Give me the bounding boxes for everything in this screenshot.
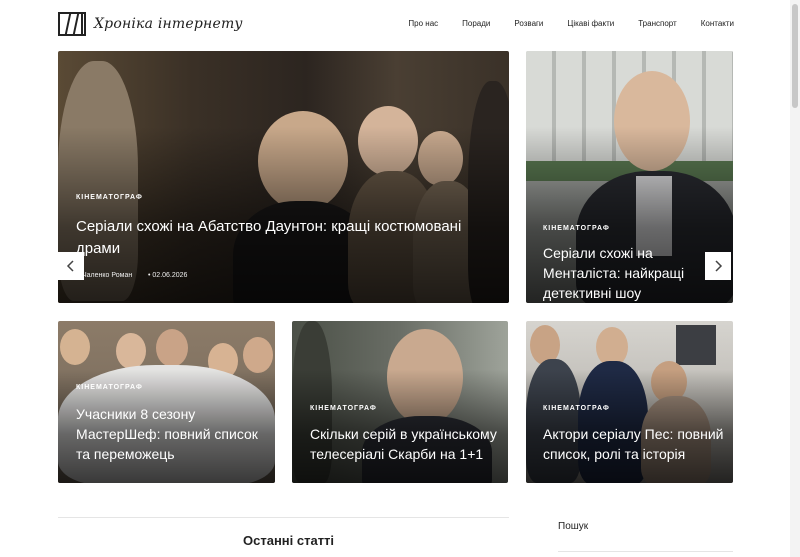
logo-text: Хроніка інтернету xyxy=(94,16,243,32)
side-slide[interactable]: КІНЕМАТОГРАФ Серіали схожі на Менталіста… xyxy=(526,51,733,303)
logo-mark-icon xyxy=(58,12,86,36)
category-label[interactable]: КІНЕМАТОГРАФ xyxy=(76,384,143,391)
page-scrollbar[interactable] xyxy=(790,0,800,557)
site-logo[interactable]: Хроніка інтернету xyxy=(58,12,243,36)
nav-item-tips[interactable]: Поради xyxy=(462,19,490,28)
nav-item-entertainment[interactable]: Розваги xyxy=(514,19,543,28)
nav-item-facts[interactable]: Цікаві факти xyxy=(567,19,614,28)
nav-item-about[interactable]: Про нас xyxy=(408,19,438,28)
article-title[interactable]: Актори серіалу Пес: повний список, ролі … xyxy=(543,424,728,464)
article-card[interactable]: КІНЕМАТОГРАФ Актори серіалу Пес: повний … xyxy=(526,321,733,483)
main-nav: Про нас Поради Розваги Цікаві факти Тран… xyxy=(408,19,734,28)
latest-articles-heading: Останні статті xyxy=(243,533,335,548)
section-divider xyxy=(58,517,509,518)
article-title[interactable]: Учасники 8 сезону МастерШеф: повний спис… xyxy=(76,404,266,464)
slider-next-button[interactable] xyxy=(705,252,731,280)
author-name[interactable]: Чаленко Роман xyxy=(82,272,132,279)
category-label[interactable]: КІНЕМАТОГРАФ xyxy=(543,225,610,232)
article-card[interactable]: КІНЕМАТОГРАФ Учасники 8 сезону МастерШеф… xyxy=(58,321,275,483)
search-widget-divider xyxy=(558,551,733,552)
article-title[interactable]: Скільки серій в українському телесеріалі… xyxy=(310,424,505,464)
category-label[interactable]: КІНЕМАТОГРАФ xyxy=(543,405,610,412)
post-date: • 02.06.2026 xyxy=(148,272,188,279)
article-card[interactable]: КІНЕМАТОГРАФ Скільки серій в українськом… xyxy=(292,321,508,483)
search-widget-label: Пошук xyxy=(558,521,589,532)
nav-item-contacts[interactable]: Контакти xyxy=(701,19,734,28)
slider-prev-button[interactable] xyxy=(58,252,84,280)
featured-title[interactable]: Серіали схожі на Абатство Даунтон: кращі… xyxy=(76,216,501,260)
chevron-right-icon xyxy=(715,260,723,272)
nav-item-transport[interactable]: Транспорт xyxy=(638,19,676,28)
featured-slide[interactable]: КІНЕМАТОГРАФ Серіали схожі на Абатство Д… xyxy=(58,51,509,303)
category-label[interactable]: КІНЕМАТОГРАФ xyxy=(310,405,377,412)
site-header: Хроніка інтернету Про нас Поради Розваги… xyxy=(0,0,800,50)
side-card-title[interactable]: Серіали схожі на Менталіста: найкращі де… xyxy=(543,243,728,303)
chevron-left-icon xyxy=(66,260,74,272)
scrollbar-thumb[interactable] xyxy=(792,4,798,108)
category-label[interactable]: КІНЕМАТОГРАФ xyxy=(76,194,143,201)
